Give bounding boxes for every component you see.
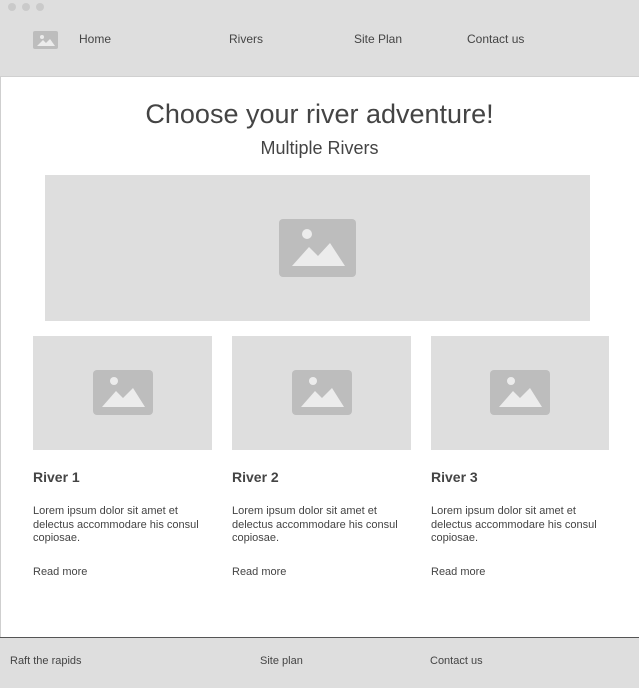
- card-title: River 2: [232, 469, 279, 485]
- footer-brand-link[interactable]: Raft the rapids: [10, 655, 82, 667]
- nav-site-plan[interactable]: Site Plan: [354, 32, 402, 46]
- read-more-link[interactable]: Read more: [431, 566, 485, 578]
- card-text: Lorem ipsum dolor sit amet et delectus a…: [33, 505, 199, 544]
- logo-image-icon[interactable]: [33, 31, 58, 49]
- nav-contact[interactable]: Contact us: [467, 32, 524, 46]
- hero-image: [45, 175, 590, 321]
- card-image: [33, 336, 212, 450]
- page-subtitle: Multiple Rivers: [260, 138, 379, 158]
- card-title: River 1: [33, 469, 80, 485]
- header: Home Rivers Site Plan Contact us: [0, 0, 639, 77]
- window-dot-icon: [22, 3, 30, 11]
- footer-contact-link[interactable]: Contact us: [430, 655, 483, 667]
- card-image: [431, 336, 609, 450]
- card-image: [232, 336, 411, 450]
- footer: [0, 637, 639, 688]
- card-text: Lorem ipsum dolor sit amet et delectus a…: [232, 505, 398, 544]
- nav-rivers[interactable]: Rivers: [229, 32, 263, 46]
- read-more-link[interactable]: Read more: [232, 566, 286, 578]
- card-title: River 3: [431, 469, 478, 485]
- footer-site-plan-link[interactable]: Site plan: [260, 655, 303, 667]
- nav-home[interactable]: Home: [79, 32, 111, 46]
- image-placeholder-icon: [292, 370, 352, 415]
- image-placeholder-icon: [93, 370, 153, 415]
- window-controls: [8, 3, 44, 11]
- window-dot-icon: [36, 3, 44, 11]
- page-title: Choose your river adventure!: [145, 99, 494, 129]
- card-text: Lorem ipsum dolor sit amet et delectus a…: [431, 505, 597, 544]
- window-dot-icon: [8, 3, 16, 11]
- read-more-link[interactable]: Read more: [33, 566, 87, 578]
- image-placeholder-icon: [490, 370, 550, 415]
- image-placeholder-icon: [279, 219, 356, 277]
